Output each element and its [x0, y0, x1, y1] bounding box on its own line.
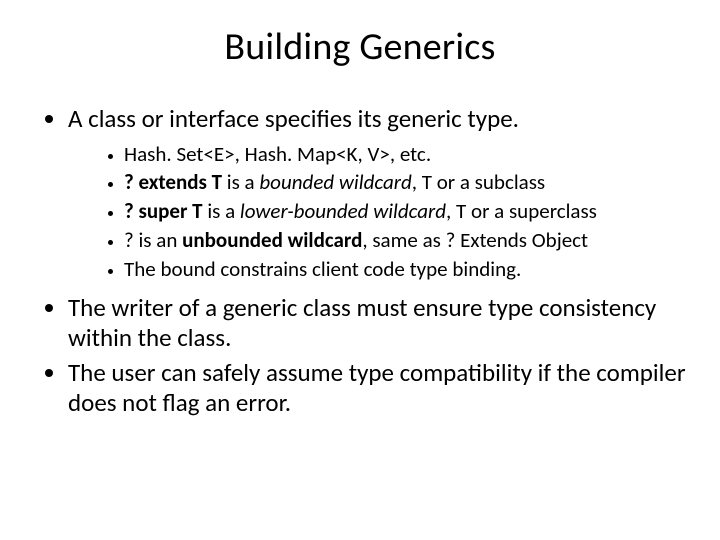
bullet-item: The user can safely assume type compatib…	[68, 358, 690, 419]
sub-bullet-item: ? extends T is a bounded wildcard, T or …	[124, 169, 690, 196]
bold-text: ? extends T	[124, 169, 222, 195]
bullet-text: The user can safely assume type compatib…	[68, 357, 686, 419]
bullet-text: The writer of a generic class must ensur…	[68, 292, 656, 354]
bullet-list: A class or interface specifies its gener…	[30, 104, 690, 419]
bold-text: ? super T	[124, 198, 203, 224]
sub-bullet-list: Hash. Set<E>, Hash. Map<K, V>, etc. ? ex…	[68, 141, 690, 283]
plain-text: , T or a superclass	[446, 198, 597, 224]
bullet-item: A class or interface specifies its gener…	[68, 104, 690, 283]
sub-bullet-item: ? is an unbounded wildcard, same as ? Ex…	[124, 227, 690, 254]
plain-text: , same as ? Extends Object	[362, 227, 588, 253]
bold-text: unbounded wildcard	[182, 227, 362, 253]
plain-text: is a	[222, 169, 259, 195]
sub-bullet-item: The bound constrains client code type bi…	[124, 256, 690, 283]
bullet-text: A class or interface specifies its gener…	[68, 103, 519, 134]
bullet-item: The writer of a generic class must ensur…	[68, 293, 690, 354]
italic-text: bounded wildcard	[259, 169, 411, 195]
plain-text: ? is an	[124, 227, 182, 253]
italic-text: lower-bounded wildcard	[240, 198, 446, 224]
plain-text: , T or a subclass	[412, 169, 545, 195]
slide-title: Building Generics	[30, 24, 690, 70]
sub-bullet-text: Hash. Set<E>, Hash. Map<K, V>, etc.	[124, 141, 431, 167]
plain-text: is a	[203, 198, 240, 224]
sub-bullet-item: ? super T is a lower-bounded wildcard, T…	[124, 198, 690, 225]
slide: Building Generics A class or interface s…	[0, 0, 720, 540]
sub-bullet-item: Hash. Set<E>, Hash. Map<K, V>, etc.	[124, 141, 690, 168]
sub-bullet-text: The bound constrains client code type bi…	[124, 256, 521, 282]
